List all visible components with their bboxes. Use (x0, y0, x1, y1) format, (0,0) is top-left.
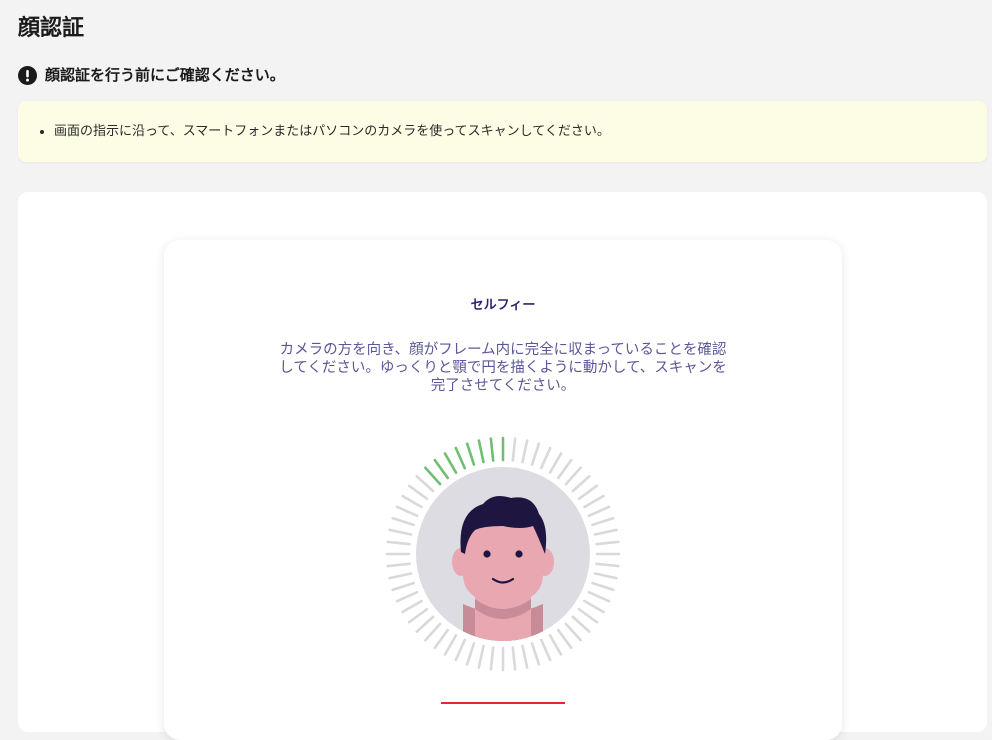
progress-tick (401, 599, 423, 614)
progress-tick (587, 505, 611, 518)
notice-heading-text: 顔認証を行う前にご確認ください。 (45, 66, 285, 84)
progress-tick (433, 628, 450, 650)
progress-tick (583, 494, 605, 509)
progress-tick-done (443, 452, 458, 474)
progress-tick (386, 540, 411, 546)
start-scan-button[interactable] (441, 702, 565, 704)
face-avatar-icon (452, 496, 554, 641)
progress-tick (595, 562, 620, 568)
progress-tick (454, 638, 467, 662)
notice-item: 画面の指示に沿って、スマートフォンまたはパソコンのカメラを使ってスキャンしてくだ… (54, 122, 610, 142)
progress-tick-done (433, 458, 450, 480)
progress-tick (593, 572, 618, 580)
progress-tick (548, 452, 563, 474)
progress-tick-done (477, 439, 485, 464)
progress-tick (539, 446, 552, 470)
progress-tick-done (489, 437, 495, 462)
progress-tick (539, 638, 552, 662)
progress-tick (571, 615, 591, 633)
progress-tick (556, 628, 573, 650)
alert-circle-icon (18, 65, 37, 85)
progress-tick (443, 634, 458, 656)
progress-tick (391, 516, 415, 527)
scan-instructions: カメラの方を向き、顔がフレーム内に完全に収まっていることを確認してください。ゆっ… (279, 342, 727, 394)
progress-tick (556, 458, 573, 480)
progress-tick (521, 439, 529, 464)
progress-tick (548, 634, 563, 656)
progress-tick (577, 607, 599, 624)
progress-tick (591, 516, 615, 527)
progress-tick (530, 442, 541, 466)
notice-heading: 顔認証を行う前にご確認ください。 (18, 64, 285, 86)
progress-tick-done (424, 466, 442, 486)
progress-tick (465, 642, 476, 666)
progress-tick (564, 466, 582, 486)
progress-tick (489, 646, 495, 671)
progress-tick (530, 642, 541, 666)
notice-list: 画面の指示に沿って、スマートフォンまたはパソコンのカメラを使ってスキャンしてくだ… (40, 122, 610, 142)
progress-tick (593, 528, 618, 536)
progress-tick (511, 437, 517, 462)
page-title: 顔認証 (18, 16, 85, 41)
progress-tick (391, 581, 415, 592)
progress-tick (571, 475, 591, 493)
progress-tick (583, 599, 605, 614)
progress-tick (415, 615, 435, 633)
progress-tick-done (454, 446, 467, 470)
progress-tick (415, 475, 435, 493)
progress-tick (395, 505, 419, 518)
progress-tick (388, 528, 413, 536)
progress-tick (591, 581, 615, 592)
progress-tick (395, 590, 419, 603)
progress-tick (521, 644, 529, 669)
progress-tick (388, 572, 413, 580)
progress-tick (386, 562, 411, 568)
progress-tick (595, 540, 620, 546)
progress-tick (477, 644, 485, 669)
face-scanner (383, 434, 623, 674)
progress-tick (407, 607, 429, 624)
scan-title: セルフィー (470, 298, 536, 313)
notice-box: 画面の指示に沿って、スマートフォンまたはパソコンのカメラを使ってスキャンしてくだ… (18, 101, 987, 162)
progress-tick-done (465, 442, 476, 466)
selfie-scan-card: セルフィー カメラの方を向き、顔がフレーム内に完全に収まっていることを確認してく… (164, 240, 842, 740)
progress-tick (564, 622, 582, 642)
progress-tick (577, 484, 599, 501)
progress-tick (401, 494, 423, 509)
progress-tick (511, 646, 517, 671)
progress-tick (424, 622, 442, 642)
progress-tick (407, 484, 429, 501)
progress-tick (587, 590, 611, 603)
